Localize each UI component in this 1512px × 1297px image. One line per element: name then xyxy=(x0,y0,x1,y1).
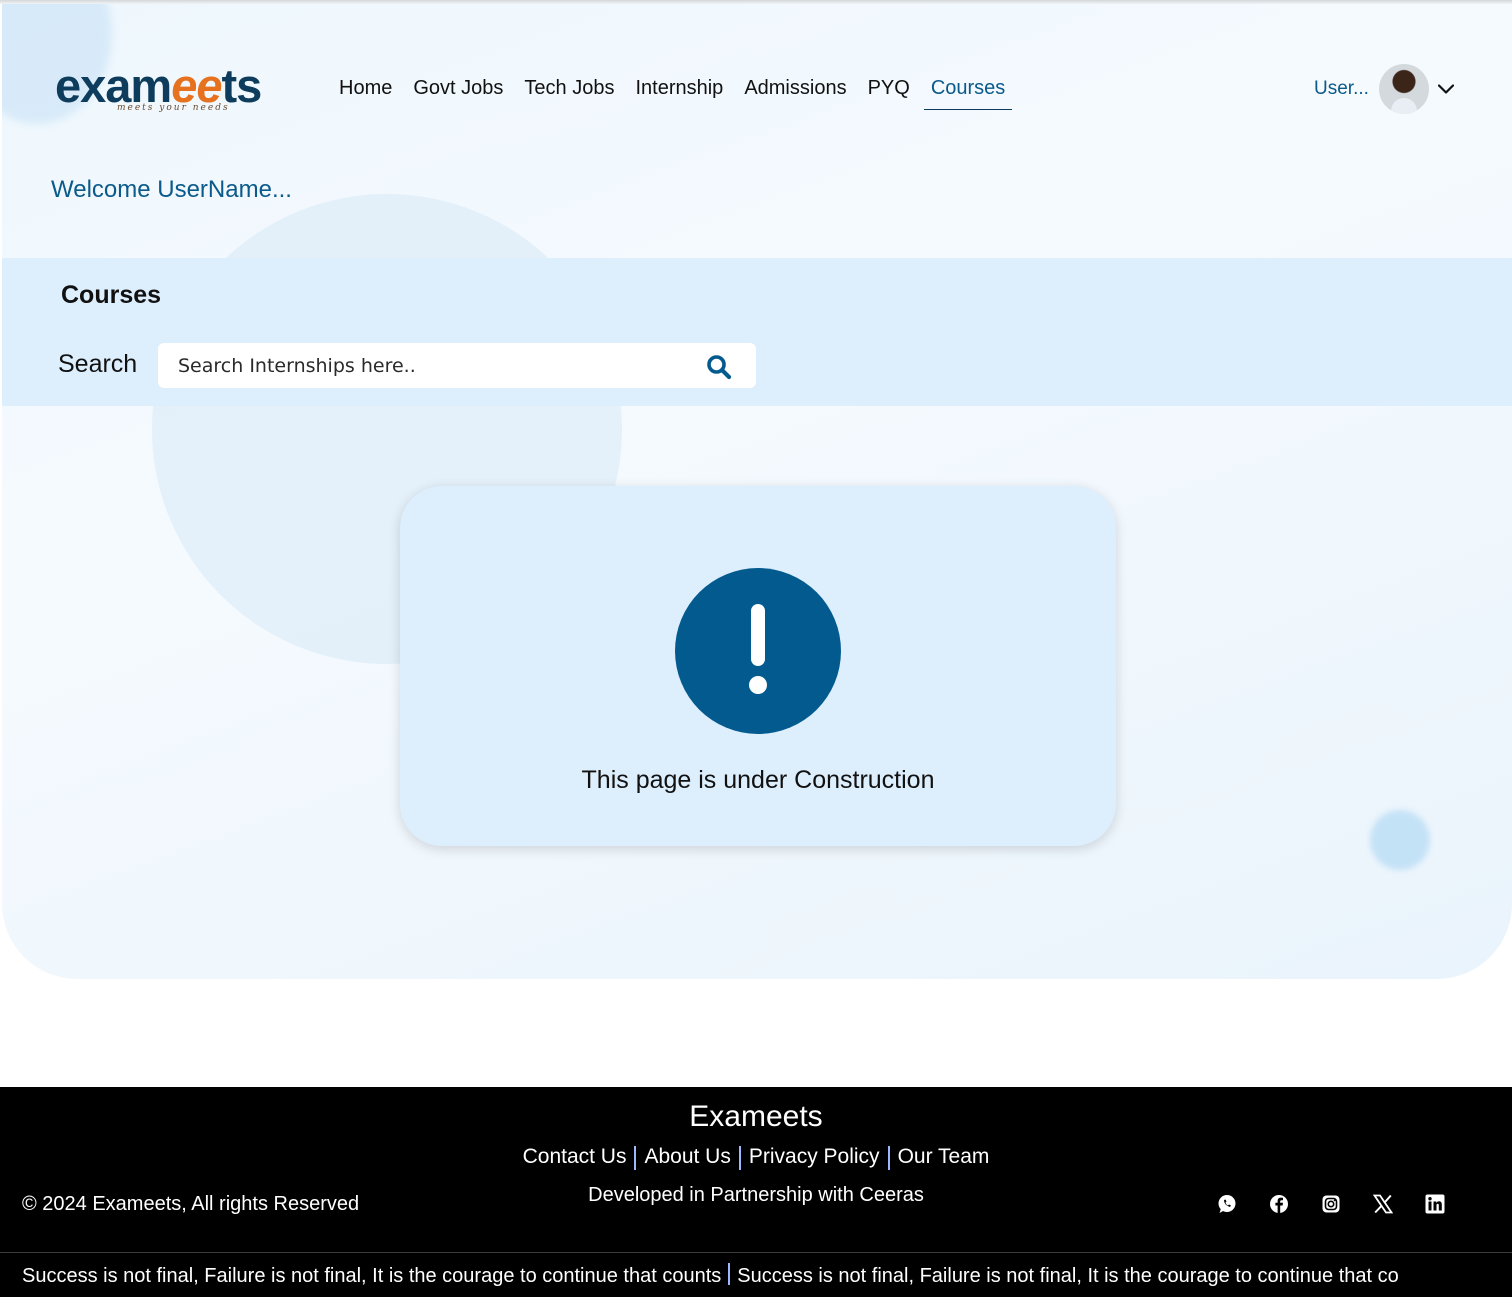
footer-link-team[interactable]: Our Team xyxy=(894,1145,994,1170)
ticker-text: Success is not final, Failure is not fin… xyxy=(737,1265,1399,1287)
facebook-icon[interactable] xyxy=(1268,1193,1290,1215)
footer-links: Contact Us About Us Privacy Policy Our T… xyxy=(0,1145,1512,1170)
decor-blob xyxy=(1370,810,1430,870)
quote-ticker: Success is not final, Failure is not fin… xyxy=(22,1263,1512,1288)
social-links xyxy=(1216,1193,1446,1215)
search-label: Search xyxy=(58,350,138,378)
footer-divider xyxy=(0,1252,1512,1253)
divider xyxy=(738,1146,741,1170)
chevron-down-icon[interactable] xyxy=(1437,84,1454,94)
search-icon[interactable] xyxy=(706,354,732,380)
section-title: Courses xyxy=(61,281,162,309)
footer-brand: Exameets xyxy=(689,1100,823,1133)
footer-link-about[interactable]: About Us xyxy=(640,1145,734,1170)
logo-tagline: meets your needs xyxy=(117,103,230,113)
x-icon[interactable] xyxy=(1372,1193,1394,1215)
footer-link-privacy[interactable]: Privacy Policy xyxy=(745,1145,884,1170)
instagram-icon[interactable] xyxy=(1320,1193,1342,1215)
nav-item-admissions[interactable]: Admissions xyxy=(737,72,853,110)
search-box xyxy=(158,343,756,388)
nav-item-tech-jobs[interactable]: Tech Jobs xyxy=(517,72,621,110)
linkedin-icon[interactable] xyxy=(1424,1193,1446,1215)
exclamation-circle-icon xyxy=(675,568,841,734)
search-band: Courses Search xyxy=(2,258,1512,406)
avatar[interactable] xyxy=(1378,64,1429,114)
welcome-text: Welcome UserName... xyxy=(51,176,292,203)
construction-message: This page is under Construction xyxy=(581,766,935,794)
ticker-text: Success is not final, Failure is not fin… xyxy=(22,1265,722,1287)
user-name[interactable]: User... xyxy=(1314,78,1369,100)
whatsapp-icon[interactable] xyxy=(1216,1193,1238,1215)
main-nav: Home Govt Jobs Tech Jobs Internship Admi… xyxy=(332,72,1019,110)
nav-item-courses[interactable]: Courses xyxy=(923,72,1013,110)
search-input[interactable] xyxy=(178,343,678,388)
construction-card: This page is under Construction xyxy=(400,486,1116,846)
footer: Exameets Contact Us About Us Privacy Pol… xyxy=(0,1087,1512,1297)
nav-item-internship[interactable]: Internship xyxy=(628,72,730,110)
footer-link-contact[interactable]: Contact Us xyxy=(519,1145,631,1170)
nav-item-home[interactable]: Home xyxy=(332,72,399,110)
nav-item-pyq[interactable]: PYQ xyxy=(861,72,917,110)
divider xyxy=(634,1146,637,1170)
user-menu[interactable]: User... xyxy=(1314,64,1454,114)
footer-copyright: © 2024 Exameets, All rights Reserved xyxy=(22,1193,360,1215)
nav-item-govt-jobs[interactable]: Govt Jobs xyxy=(406,72,510,110)
logo[interactable]: exameets meets your needs xyxy=(55,55,270,125)
divider xyxy=(887,1146,890,1170)
divider xyxy=(728,1263,731,1285)
